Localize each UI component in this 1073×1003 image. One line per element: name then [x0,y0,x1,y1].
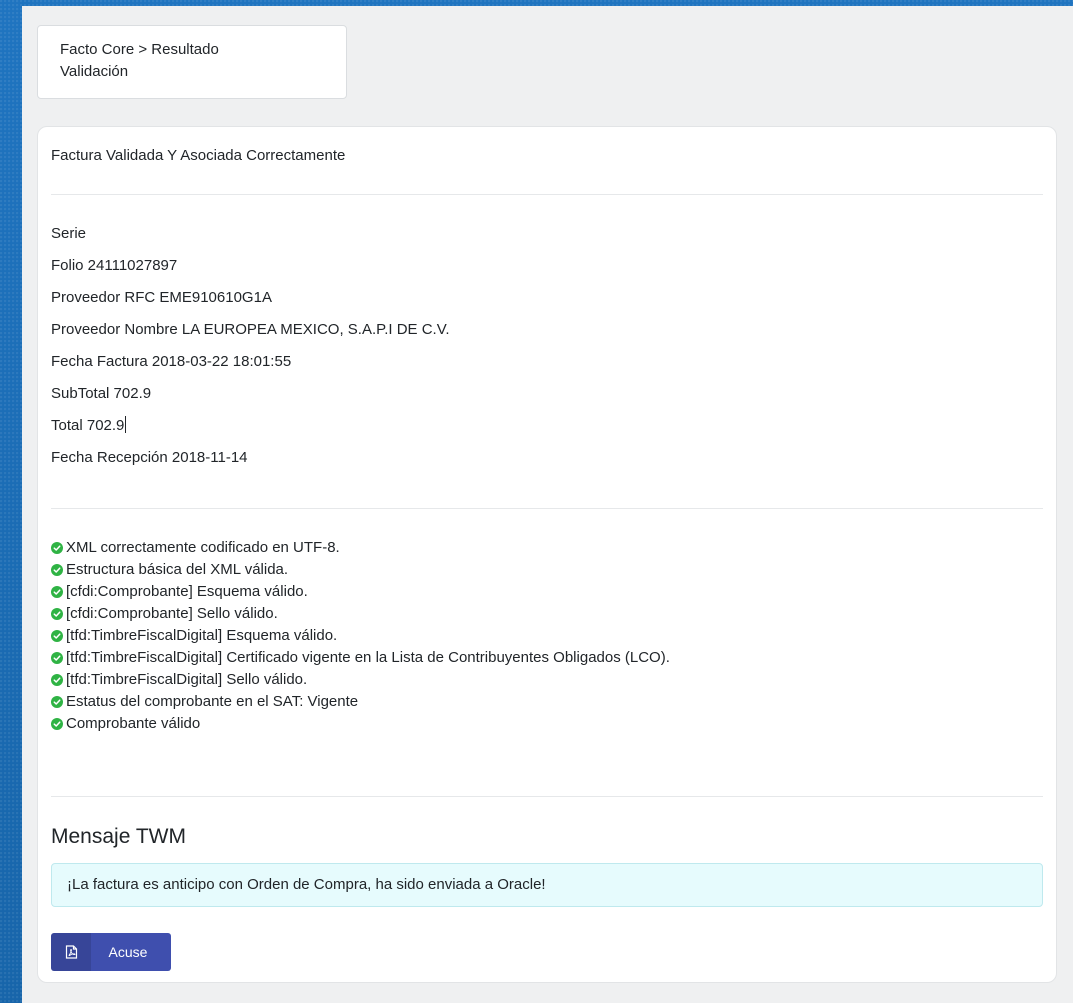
check-text: [cfdi:Comprobante] Sello válido. [66,605,278,622]
field-proveedor-rfc: Proveedor RFC EME910610G1A [51,289,272,306]
check-item: XML correctamente codificado en UTF-8. [51,537,670,559]
pdf-file-icon [51,933,91,971]
field-folio: Folio 24111027897 [51,257,178,274]
acuse-button[interactable]: Acuse [51,933,171,971]
divider [51,508,1043,509]
check-circle-icon [51,542,63,554]
check-text: Estructura básica del XML válida. [66,561,289,578]
breadcrumb-line-2: Validación [60,63,129,80]
check-circle-icon [51,674,63,686]
field-fecha-recepcion: Fecha Recepción 2018-11-14 [51,449,248,466]
field-total: Total 702.9 [51,415,450,447]
validation-result-card: Factura Validada Y Asociada Correctament… [37,126,1057,983]
check-item: Estructura básica del XML válida. [51,559,670,581]
field-proveedor-nombre: Proveedor Nombre LA EUROPEA MEXICO, S.A.… [51,321,450,338]
divider [51,194,1043,195]
invoice-fields: Serie Folio 24111027897 Proveedor RFC EM… [51,223,450,479]
check-text: [tfd:TimbreFiscalDigital] Certificado vi… [66,649,670,666]
check-item: [cfdi:Comprobante] Sello válido. [51,603,670,625]
check-item: [tfd:TimbreFiscalDigital] Esquema válido… [51,625,670,647]
divider [51,796,1043,797]
check-item: [cfdi:Comprobante] Esquema válido. [51,581,670,603]
field-serie: Serie [51,225,87,242]
acuse-button-label: Acuse [108,944,148,960]
check-item: [tfd:TimbreFiscalDigital] Sello válido. [51,669,670,691]
check-circle-icon [51,608,63,620]
breadcrumb-line-1: Facto Core > Resultado [60,41,219,58]
check-circle-icon [51,586,63,598]
field-subtotal: SubTotal 702.9 [51,385,152,402]
check-item: Comprobante válido [51,713,670,735]
field-fecha-factura: Fecha Factura 2018-03-22 18:01:55 [51,353,292,370]
validation-checks: XML correctamente codificado en UTF-8. E… [51,537,670,735]
check-circle-icon [51,630,63,642]
message-section-title: Mensaje TWM [51,825,186,848]
check-text: Estatus del comprobante en el SAT: Vigen… [66,693,359,710]
check-text: [tfd:TimbreFiscalDigital] Sello válido. [66,671,308,688]
validation-status-title: Factura Validada Y Asociada Correctament… [51,147,346,164]
message-alert: ¡La factura es anticipo con Orden de Com… [51,863,1043,907]
check-item: Estatus del comprobante en el SAT: Vigen… [51,691,670,713]
main-content: Facto Core > Resultado Validación Factur… [22,6,1073,1003]
check-circle-icon [51,696,63,708]
text-cursor [125,416,127,433]
check-circle-icon [51,718,63,730]
breadcrumb: Facto Core > Resultado Validación [37,25,347,99]
check-text: [tfd:TimbreFiscalDigital] Esquema válido… [66,627,338,644]
check-text: Comprobante válido [66,715,201,732]
check-text: [cfdi:Comprobante] Esquema válido. [66,583,308,600]
field-total-text: Total 702.9 [51,417,125,434]
check-text: XML correctamente codificado en UTF-8. [66,539,340,556]
check-item: [tfd:TimbreFiscalDigital] Certificado vi… [51,647,670,669]
check-circle-icon [51,564,63,576]
check-circle-icon [51,652,63,664]
